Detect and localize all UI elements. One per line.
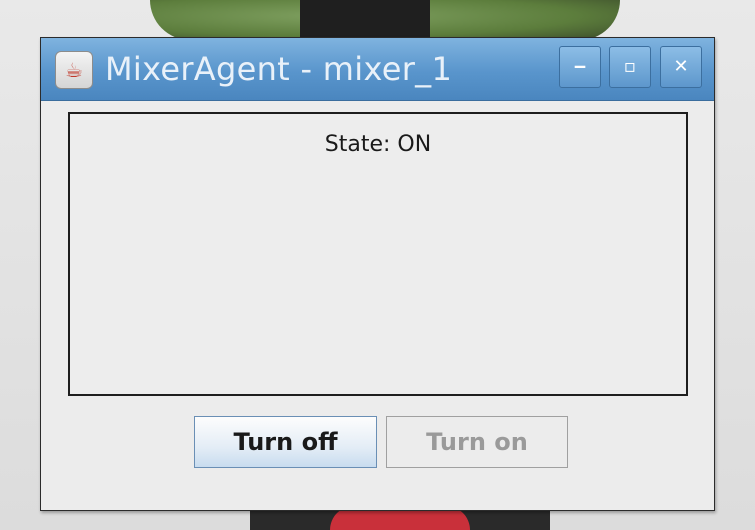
state-panel: State: ON: [68, 112, 688, 396]
turn-on-button[interactable]: Turn on: [386, 416, 568, 468]
title-bar[interactable]: ☕ MixerAgent - mixer_1 ‒ ▫ ✕: [41, 38, 714, 101]
maximize-button[interactable]: ▫: [609, 46, 651, 88]
java-icon[interactable]: ☕: [55, 51, 93, 89]
close-button[interactable]: ✕: [660, 46, 702, 88]
state-label: State: ON: [324, 132, 432, 157]
window-title: MixerAgent - mixer_1: [105, 50, 453, 88]
wallpaper-graphic-top-dark: [300, 0, 430, 40]
turn-off-button[interactable]: Turn off: [194, 416, 377, 468]
minimize-button[interactable]: ‒: [559, 46, 601, 88]
mixer-agent-window: ☕ MixerAgent - mixer_1 ‒ ▫ ✕ State: ON T…: [40, 37, 715, 511]
